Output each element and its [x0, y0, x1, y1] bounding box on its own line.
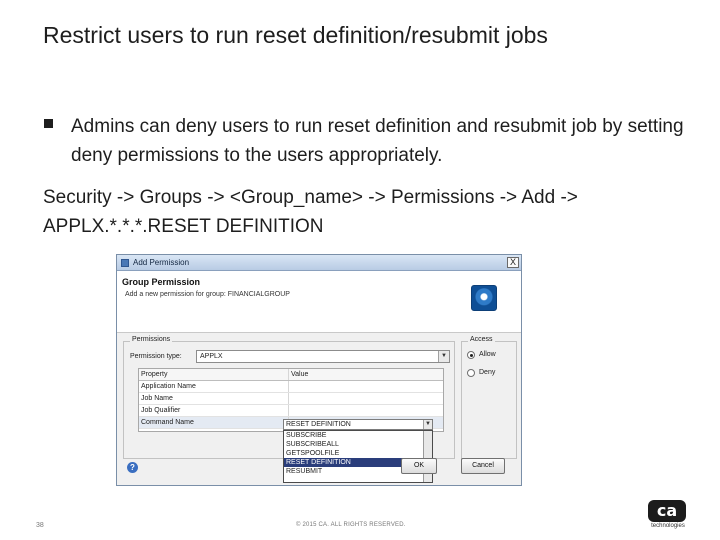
- permissions-legend: Permissions: [130, 336, 173, 343]
- page-number: 38: [36, 522, 44, 529]
- dropdown-scrollbar[interactable]: [423, 431, 432, 482]
- cancel-button[interactable]: Cancel: [461, 458, 505, 474]
- value-cell[interactable]: [289, 381, 443, 392]
- permission-type-value: APPLX: [200, 353, 223, 360]
- bullet-point: Admins can deny users to run reset defin…: [44, 112, 684, 170]
- allow-radio-label[interactable]: Allow: [479, 351, 496, 358]
- logo-text: technologies: [651, 523, 685, 529]
- column-header-property[interactable]: Property: [139, 369, 289, 380]
- dialog-header: Group Permission Add a new permission fo…: [117, 271, 521, 333]
- dialog-titlebar[interactable]: Add Permission X: [117, 255, 521, 271]
- property-cell: Command Name: [139, 417, 289, 428]
- access-group: Access Allow Deny: [461, 336, 517, 459]
- dialog-app-icon: [121, 258, 129, 267]
- command-name-select[interactable]: RESET DEFINITION ▼: [283, 419, 433, 430]
- dropdown-option[interactable]: SUBSCRIBE: [284, 431, 432, 440]
- logo-mark: ca: [648, 500, 686, 522]
- slide-title: Restrict users to run reset definition/r…: [43, 22, 548, 48]
- table-row[interactable]: Job Name: [139, 393, 443, 405]
- table-header-row: Property Value: [139, 369, 443, 381]
- navigation-path-text: Security -> Groups -> <Group_name> -> Pe…: [43, 187, 578, 237]
- access-legend: Access: [468, 336, 495, 343]
- copyright-text: © 2015 CA. ALL RIGHTS RESERVED.: [296, 522, 406, 528]
- header-description: Add a new permission for group: FINANCIA…: [125, 291, 290, 298]
- header-title: Group Permission: [122, 277, 201, 287]
- help-icon[interactable]: ?: [127, 462, 138, 473]
- allow-radio[interactable]: [467, 351, 475, 359]
- permission-type-label: Permission type:: [130, 353, 182, 360]
- dialog-title: Add Permission: [133, 258, 190, 267]
- deny-radio-label[interactable]: Deny: [479, 369, 495, 376]
- command-name-dropdown-list[interactable]: SUBSCRIBE SUBSCRIBEALL GETSPOOLFILE RESE…: [283, 430, 433, 483]
- ca-logo: ca technologies: [648, 500, 688, 534]
- bullet-square-icon: [44, 119, 53, 128]
- bullet-text: Admins can deny users to run reset defin…: [71, 116, 684, 166]
- add-permission-dialog: Add Permission X Group Permission Add a …: [116, 254, 522, 486]
- command-name-selected: RESET DEFINITION: [286, 421, 351, 428]
- property-cell: Job Name: [139, 393, 289, 404]
- table-row[interactable]: Application Name: [139, 381, 443, 393]
- ok-button[interactable]: OK: [401, 458, 437, 474]
- column-header-value[interactable]: Value: [289, 369, 443, 380]
- close-button[interactable]: X: [507, 257, 519, 268]
- deny-radio[interactable]: [467, 369, 475, 377]
- chevron-down-icon[interactable]: ▼: [438, 351, 449, 362]
- permission-type-select[interactable]: APPLX ▼: [196, 350, 450, 363]
- property-cell: Application Name: [139, 381, 289, 392]
- value-cell[interactable]: [289, 405, 443, 416]
- table-row[interactable]: Job Qualifier: [139, 405, 443, 417]
- gear-icon: [471, 285, 497, 311]
- property-cell: Job Qualifier: [139, 405, 289, 416]
- value-cell[interactable]: [289, 393, 443, 404]
- dropdown-option[interactable]: GETSPOOLFILE: [284, 449, 432, 458]
- chevron-down-icon[interactable]: ▼: [423, 420, 432, 429]
- dropdown-option[interactable]: SUBSCRIBEALL: [284, 440, 432, 449]
